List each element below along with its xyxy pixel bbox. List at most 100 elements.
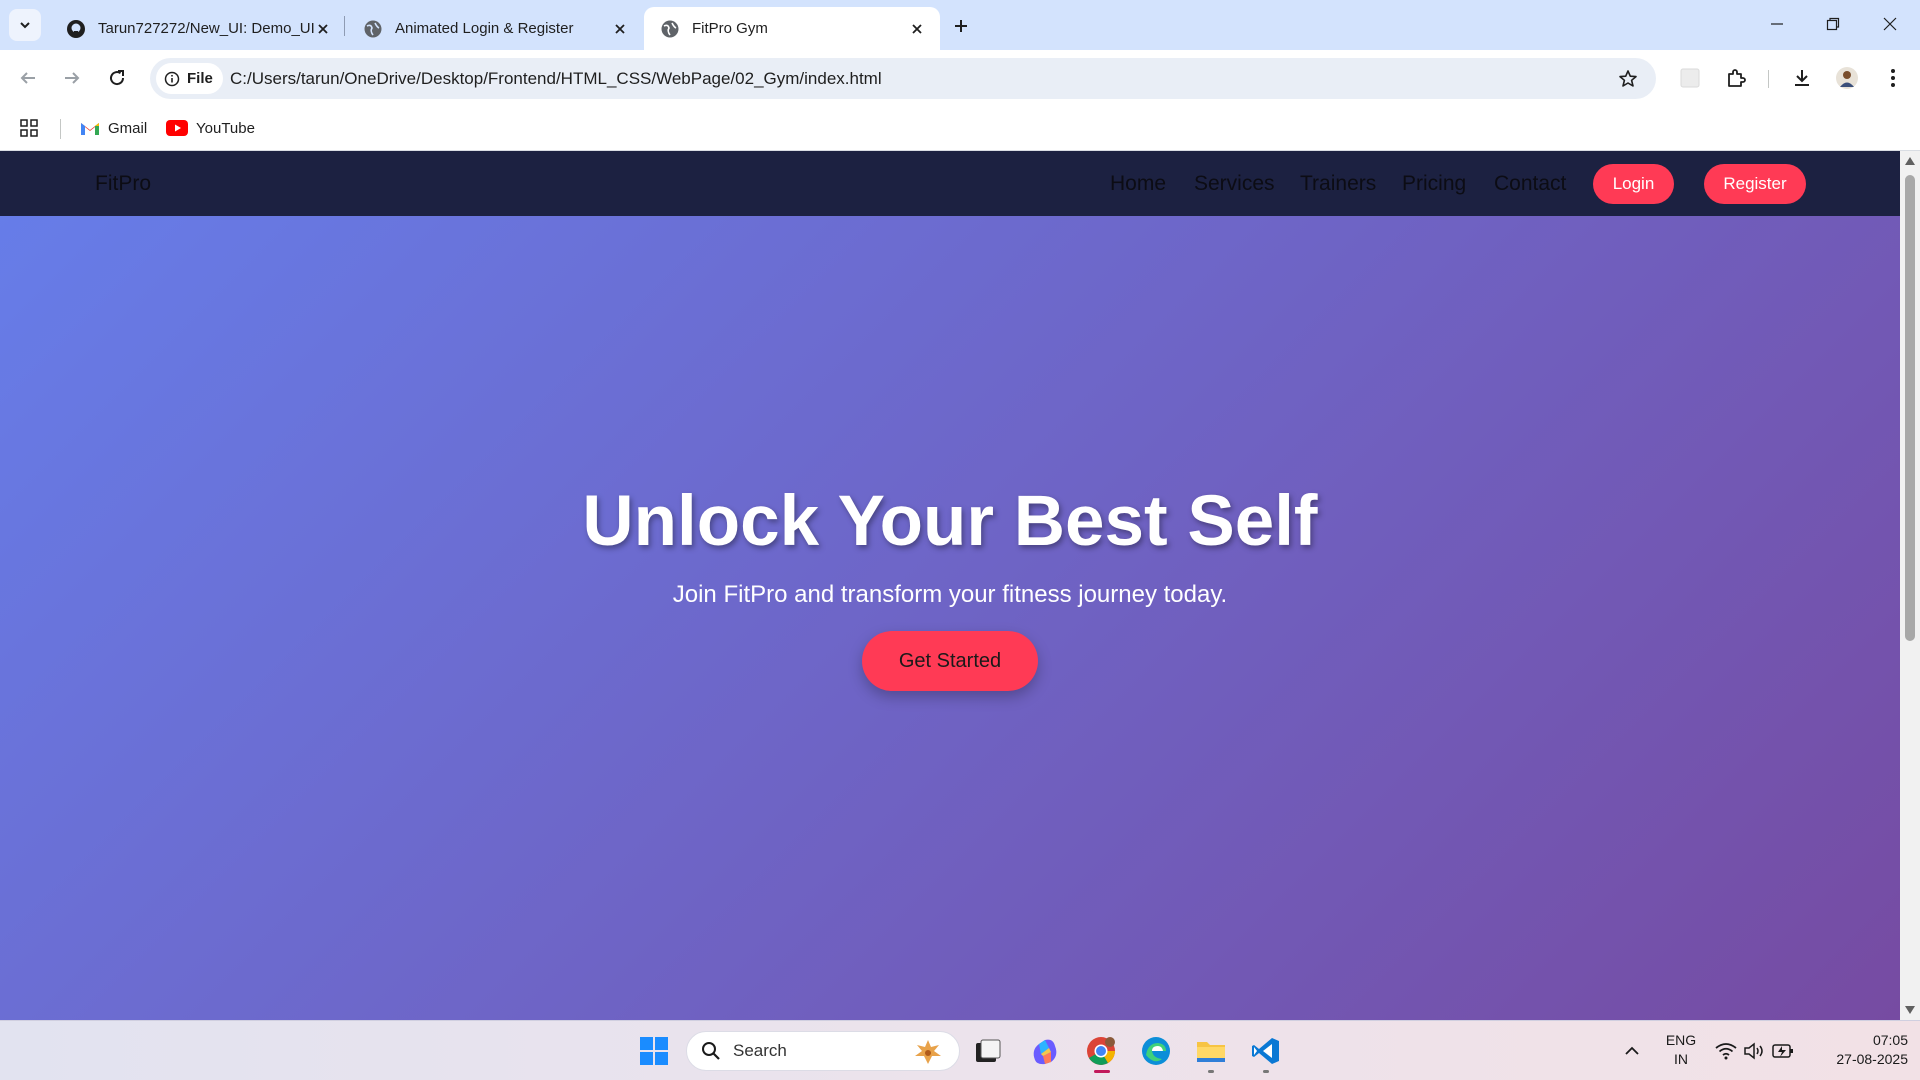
apps-button[interactable] xyxy=(20,116,38,140)
address-bar[interactable]: File C:/Users/tarun/OneDrive/Desktop/Fro… xyxy=(150,58,1656,99)
toolbar-divider xyxy=(1768,70,1769,88)
browser-menu-button[interactable] xyxy=(1876,61,1910,95)
tab-search-button[interactable] xyxy=(9,9,41,41)
back-button[interactable] xyxy=(11,61,45,95)
minimize-icon xyxy=(1771,23,1783,25)
nav-link-trainers[interactable]: Trainers xyxy=(1300,172,1376,196)
register-button[interactable]: Register xyxy=(1704,164,1806,204)
nav-link-services[interactable]: Services xyxy=(1194,172,1275,196)
tab-divider xyxy=(344,16,345,36)
github-icon xyxy=(67,19,85,38)
taskbar-file-explorer[interactable] xyxy=(1191,1031,1231,1073)
site-info-chip[interactable]: File xyxy=(156,63,223,94)
open-app-indicator xyxy=(1263,1070,1269,1073)
bookmark-youtube[interactable]: YouTube xyxy=(166,116,255,140)
active-app-indicator xyxy=(1094,1070,1110,1073)
bookmarks-bar: Gmail YouTube xyxy=(0,107,1920,151)
scroll-down-arrow-icon[interactable] xyxy=(1905,1006,1915,1014)
info-icon xyxy=(164,71,180,86)
bookmark-label: YouTube xyxy=(196,119,255,137)
folder-icon xyxy=(1197,1042,1225,1062)
taskbar-copilot[interactable] xyxy=(1025,1031,1065,1071)
star-icon xyxy=(1619,70,1637,87)
bookmarks-divider xyxy=(60,119,61,139)
downloads-button[interactable] xyxy=(1785,61,1819,95)
windows-taskbar: Search ENG IN 07:05 27-08-2025 xyxy=(0,1020,1920,1080)
battery-charging-icon xyxy=(1772,1044,1793,1058)
restore-icon xyxy=(1826,17,1840,31)
chrome-icon xyxy=(1087,1037,1115,1065)
taskbar-chrome[interactable] xyxy=(1081,1031,1121,1073)
restore-button[interactable] xyxy=(1810,8,1856,40)
close-icon[interactable] xyxy=(314,20,332,38)
nav-link-home[interactable]: Home xyxy=(1110,172,1166,196)
region-label: IN xyxy=(1674,1051,1688,1067)
bookmark-star-button[interactable] xyxy=(1616,67,1640,91)
globe-icon xyxy=(364,20,382,37)
copilot-icon xyxy=(1033,1039,1057,1065)
extension-button[interactable] xyxy=(1673,61,1707,95)
forward-arrow-icon xyxy=(65,72,80,84)
windows-logo-icon xyxy=(640,1037,668,1065)
start-button[interactable] xyxy=(634,1031,674,1071)
search-label: Search xyxy=(733,1041,787,1060)
profile-button[interactable] xyxy=(1830,61,1864,95)
more-vertical-icon xyxy=(1891,69,1895,87)
open-app-indicator xyxy=(1208,1070,1214,1073)
close-icon[interactable] xyxy=(908,20,926,38)
nav-link-contact[interactable]: Contact xyxy=(1494,172,1566,196)
site-logo[interactable]: FitPro xyxy=(95,172,151,196)
tab-title: FitPro Gym xyxy=(692,20,768,37)
language-indicator[interactable]: ENG IN xyxy=(1662,1031,1700,1069)
edge-icon xyxy=(1142,1037,1170,1065)
chevron-up-icon xyxy=(1625,1046,1639,1055)
site-navbar: FitPro Home Services Trainers Pricing Co… xyxy=(0,151,1900,216)
close-icon[interactable] xyxy=(611,20,629,38)
close-icon xyxy=(1883,17,1897,31)
file-chip-label: File xyxy=(187,70,213,87)
close-window-button[interactable] xyxy=(1867,8,1913,40)
chevron-down-icon xyxy=(20,22,30,29)
browser-tab-strip: Tarun727272/New_UI: Demo_UI Animated Log… xyxy=(0,0,1920,50)
extensions-menu-button[interactable] xyxy=(1719,61,1753,95)
new-tab-button[interactable] xyxy=(945,10,977,42)
reload-button[interactable] xyxy=(100,61,134,95)
tab-fitpro-gym[interactable]: FitPro Gym xyxy=(644,7,940,50)
clock[interactable]: 07:05 27-08-2025 xyxy=(1806,1031,1908,1069)
scrollbar-thumb[interactable] xyxy=(1905,175,1915,641)
hero-title: Unlock Your Best Self xyxy=(582,482,1318,561)
login-button[interactable]: Login xyxy=(1593,164,1674,204)
search-highlight-leaf-icon xyxy=(915,1040,941,1064)
nav-link-pricing[interactable]: Pricing xyxy=(1402,172,1466,196)
taskbar-task-view[interactable] xyxy=(968,1031,1008,1071)
url-text[interactable]: C:/Users/tarun/OneDrive/Desktop/Frontend… xyxy=(230,69,882,89)
page-viewport: FitPro Home Services Trainers Pricing Co… xyxy=(0,151,1900,1020)
youtube-icon xyxy=(166,120,188,136)
forward-button[interactable] xyxy=(55,61,89,95)
get-started-button[interactable]: Get Started xyxy=(862,631,1038,691)
minimize-button[interactable] xyxy=(1754,8,1800,40)
reload-icon xyxy=(110,70,125,86)
taskbar-edge[interactable] xyxy=(1136,1031,1176,1071)
tab-github[interactable]: Tarun727272/New_UI: Demo_UI xyxy=(50,7,346,50)
puzzle-icon xyxy=(1728,69,1746,87)
bookmark-gmail[interactable]: Gmail xyxy=(80,116,147,140)
show-hidden-icons-button[interactable] xyxy=(1612,1031,1652,1071)
language-label: ENG xyxy=(1665,1032,1697,1048)
tab-title: Tarun727272/New_UI: Demo_UI xyxy=(98,20,314,37)
globe-icon xyxy=(661,20,679,37)
page-scrollbar[interactable] xyxy=(1900,151,1920,1020)
hero-subtitle: Join FitPro and transform your fitness j… xyxy=(672,581,1228,608)
plus-icon xyxy=(955,20,967,32)
quick-settings-button[interactable] xyxy=(1705,1031,1805,1071)
gmail-icon xyxy=(81,123,99,135)
scroll-up-arrow-icon[interactable] xyxy=(1905,157,1915,165)
tab-animated-login[interactable]: Animated Login & Register xyxy=(347,7,643,50)
taskbar-vscode[interactable] xyxy=(1246,1031,1286,1073)
tab-title: Animated Login & Register xyxy=(395,20,574,37)
taskbar-search[interactable]: Search xyxy=(686,1031,960,1071)
browser-toolbar: File C:/Users/tarun/OneDrive/Desktop/Fro… xyxy=(0,50,1920,107)
download-icon xyxy=(1795,70,1809,86)
extension-placeholder-icon xyxy=(1680,68,1700,88)
task-view-icon xyxy=(976,1039,1001,1062)
